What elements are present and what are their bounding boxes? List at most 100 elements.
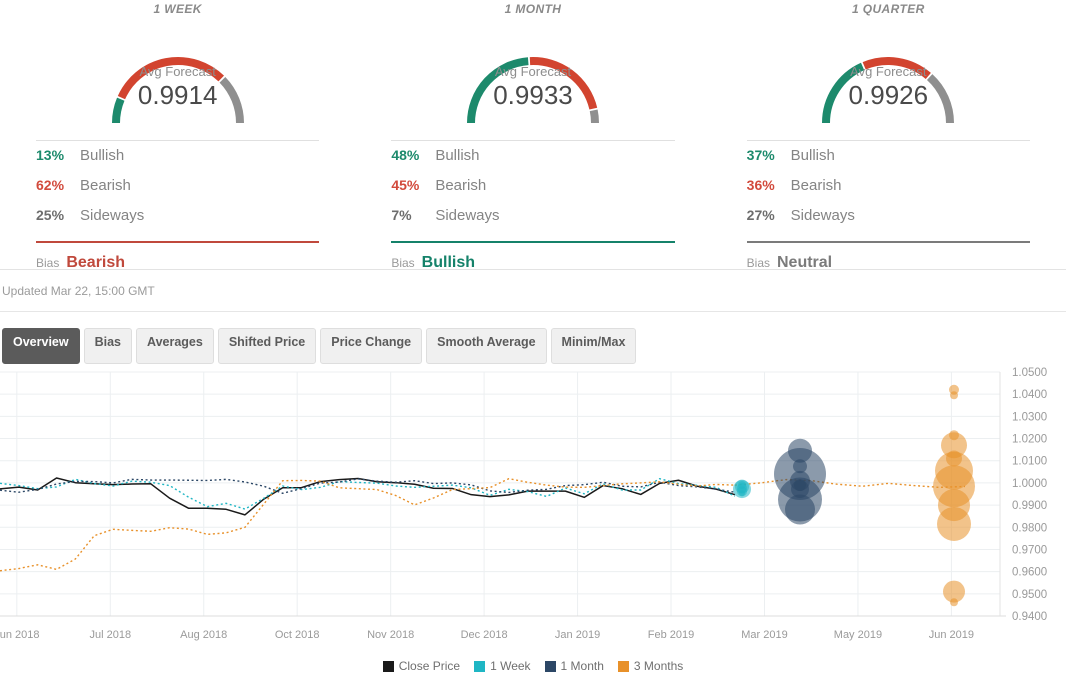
tab-price-change[interactable]: Price Change	[320, 328, 422, 364]
legend-item[interactable]: 3 Months	[618, 659, 683, 673]
chart-view-tabs: Overview Bias Averages Shifted Price Pri…	[0, 312, 1066, 364]
stat-label: Sideways	[80, 207, 144, 224]
svg-text:Nov 2018: Nov 2018	[367, 629, 414, 641]
gauge-arc-group	[471, 61, 595, 123]
forecast-panel-1-quarter: 1 QUARTER Avg Forecast 0.9926 37% Bullis…	[711, 0, 1066, 269]
gauge-arc-svg	[793, 22, 983, 130]
gauge-1-month: Avg Forecast 0.9933	[355, 22, 710, 130]
svg-text:Feb 2019: Feb 2019	[648, 629, 694, 641]
svg-text:1.0400: 1.0400	[1012, 389, 1047, 401]
stat-row-bearish: 62% Bearish	[36, 177, 319, 207]
svg-text:Dec 2018: Dec 2018	[461, 629, 508, 641]
stat-percent: 36%	[747, 177, 791, 193]
stat-row-sideways: 27% Sideways	[747, 207, 1030, 237]
stat-label: Bullish	[80, 147, 124, 164]
svg-text:Mar 2019: Mar 2019	[741, 629, 787, 641]
legend-item[interactable]: Close Price	[383, 659, 460, 673]
bias-row: Bias Bullish	[391, 243, 674, 272]
updated-bar: Updated Mar 22, 15:00 GMT	[0, 270, 1066, 312]
tab-smooth-average[interactable]: Smooth Average	[426, 328, 546, 364]
bias-value: Bearish	[66, 254, 125, 272]
legend-swatch-icon	[474, 661, 485, 672]
tab-bias[interactable]: Bias	[84, 328, 132, 364]
tab-shifted-price[interactable]: Shifted Price	[218, 328, 316, 364]
stat-percent: 62%	[36, 177, 80, 193]
stat-percent: 45%	[391, 177, 435, 193]
stat-label: Sideways	[791, 207, 855, 224]
legend-label: 1 Month	[561, 659, 604, 673]
stat-percent: 37%	[747, 147, 791, 163]
tab-overview[interactable]: Overview	[2, 328, 80, 364]
stat-label: Bullish	[435, 147, 479, 164]
stat-row-bullish: 37% Bullish	[747, 147, 1030, 177]
forecast-panel-1-week: 1 WEEK Avg Forecast 0.9914 13% Bullish 6…	[0, 0, 355, 269]
bias-row: Bias Bearish	[36, 243, 319, 272]
legend-item[interactable]: 1 Month	[545, 659, 604, 673]
bias-value: Neutral	[777, 254, 832, 272]
stat-percent: 27%	[747, 207, 791, 223]
stat-label: Bearish	[80, 177, 131, 194]
stat-row-bearish: 36% Bearish	[747, 177, 1030, 207]
svg-text:Jan 2019: Jan 2019	[555, 629, 600, 641]
svg-text:1.0100: 1.0100	[1012, 456, 1047, 468]
gauge-arc-svg	[438, 22, 628, 130]
svg-text:0.9500: 0.9500	[1012, 589, 1047, 601]
panel-title: 1 QUARTER	[711, 0, 1066, 16]
stat-row-sideways: 7% Sideways	[391, 207, 674, 237]
stat-row-bearish: 45% Bearish	[391, 177, 674, 207]
svg-text:1.0000: 1.0000	[1012, 478, 1047, 490]
svg-text:Jun 2019: Jun 2019	[929, 629, 974, 641]
stat-percent: 25%	[36, 207, 80, 223]
legend-label: 3 Months	[634, 659, 683, 673]
svg-text:Jun 2018: Jun 2018	[0, 629, 39, 641]
svg-text:0.9800: 0.9800	[1012, 522, 1047, 534]
bias-label: Bias	[36, 256, 59, 270]
tab-averages[interactable]: Averages	[136, 328, 214, 364]
svg-text:0.9900: 0.9900	[1012, 500, 1047, 512]
updated-timestamp: Updated Mar 22, 15:00 GMT	[2, 284, 155, 298]
forecast-panels-row: 1 WEEK Avg Forecast 0.9914 13% Bullish 6…	[0, 0, 1066, 270]
stat-label: Bullish	[791, 147, 835, 164]
gauge-arc-group	[826, 61, 950, 123]
svg-text:1.0300: 1.0300	[1012, 411, 1047, 423]
chart-bubbles	[733, 385, 975, 607]
svg-text:1.0500: 1.0500	[1012, 367, 1047, 379]
svg-text:0.9400: 0.9400	[1012, 611, 1047, 623]
legend-label: Close Price	[399, 659, 460, 673]
gauge-1-week: Avg Forecast 0.9914	[0, 22, 355, 130]
legend-item[interactable]: 1 Week	[474, 659, 530, 673]
legend-swatch-icon	[618, 661, 629, 672]
stat-row-bullish: 13% Bullish	[36, 147, 319, 177]
svg-text:0.9700: 0.9700	[1012, 544, 1047, 556]
forecast-chart[interactable]: 1.05001.04001.03001.02001.01001.00000.99…	[0, 364, 1066, 664]
legend-label: 1 Week	[490, 659, 530, 673]
stat-percent: 13%	[36, 147, 80, 163]
chart-y-axis-labels: 1.05001.04001.03001.02001.01001.00000.99…	[1012, 367, 1047, 623]
stat-row-sideways: 25% Sideways	[36, 207, 319, 237]
svg-text:May 2019: May 2019	[834, 629, 882, 641]
chart-svg[interactable]: 1.05001.04001.03001.02001.01001.00000.99…	[0, 364, 1066, 654]
gauge-arc-svg	[83, 22, 273, 130]
sentiment-stat-list: 13% Bullish 62% Bearish 25% Sideways	[36, 141, 319, 237]
tab-minim-max[interactable]: Minim/Max	[551, 328, 637, 364]
panel-title: 1 MONTH	[355, 0, 710, 16]
svg-text:0.9600: 0.9600	[1012, 567, 1047, 579]
bias-label: Bias	[391, 256, 414, 270]
sentiment-stat-list: 48% Bullish 45% Bearish 7% Sideways	[391, 141, 674, 237]
svg-text:Aug 2018: Aug 2018	[180, 629, 227, 641]
bias-label: Bias	[747, 256, 770, 270]
stat-row-bullish: 48% Bullish	[391, 147, 674, 177]
stat-percent: 48%	[391, 147, 435, 163]
legend-swatch-icon	[383, 661, 394, 672]
chart-gridlines	[0, 372, 1006, 616]
chart-x-axis-labels: Jun 2018 Jul 2018 Aug 2018 Oct 2018 Nov 2018…	[0, 629, 974, 641]
legend-swatch-icon	[545, 661, 556, 672]
stat-label: Sideways	[435, 207, 499, 224]
sentiment-stat-list: 37% Bullish 36% Bearish 27% Sideways	[747, 141, 1030, 237]
stat-percent: 7%	[391, 207, 435, 223]
gauge-arc-group	[116, 61, 240, 123]
bias-value: Bullish	[422, 254, 475, 272]
svg-text:Oct 2018: Oct 2018	[275, 629, 320, 641]
svg-text:Jul 2018: Jul 2018	[89, 629, 131, 641]
stat-label: Bearish	[791, 177, 842, 194]
